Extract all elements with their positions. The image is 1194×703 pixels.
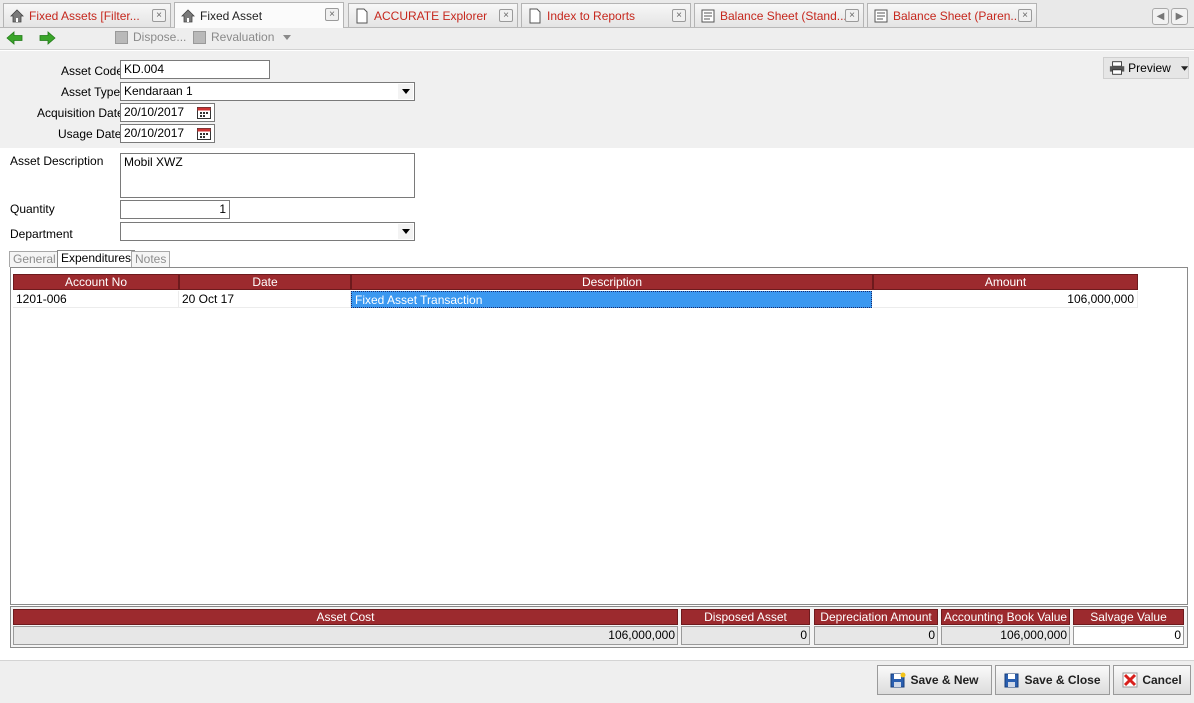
close-icon[interactable]: × bbox=[325, 8, 339, 21]
quantity-input[interactable]: 1 bbox=[120, 200, 230, 219]
tab-label: Balance Sheet (Stand... bbox=[720, 8, 847, 23]
save-new-icon bbox=[890, 672, 906, 688]
cancel-button[interactable]: Cancel bbox=[1113, 665, 1191, 695]
preview-button[interactable]: Preview bbox=[1103, 57, 1189, 79]
toolbar: Dispose... Revaluation bbox=[0, 28, 1194, 50]
dispose-label: Dispose... bbox=[133, 30, 187, 44]
document-icon bbox=[529, 8, 541, 23]
tab-notes[interactable]: Notes bbox=[131, 251, 171, 267]
chevron-down-icon bbox=[283, 34, 292, 40]
column-header-description[interactable]: Description bbox=[351, 274, 873, 290]
close-icon[interactable]: × bbox=[499, 9, 513, 22]
cancel-label: Cancel bbox=[1142, 673, 1182, 687]
asset-code-input[interactable]: KD.004 bbox=[120, 60, 270, 79]
arrow-left-icon[interactable] bbox=[6, 30, 24, 46]
chevron-down-icon[interactable] bbox=[398, 224, 413, 239]
report-icon bbox=[701, 9, 715, 22]
asset-description-label: Asset Description bbox=[10, 154, 104, 168]
asset-type-value: Kendaraan 1 bbox=[124, 84, 193, 98]
department-select[interactable] bbox=[120, 222, 415, 241]
acquisition-date-input[interactable]: 20/10/2017 bbox=[120, 103, 215, 122]
disposed-asset-header: Disposed Asset bbox=[681, 609, 810, 625]
usage-date-label: Usage Date bbox=[58, 127, 122, 141]
chevron-down-icon[interactable] bbox=[1180, 65, 1188, 71]
close-icon[interactable]: × bbox=[1018, 9, 1032, 22]
revaluation-icon bbox=[193, 30, 206, 44]
scroll-tabs-left-button[interactable]: ◀ bbox=[1152, 8, 1169, 25]
tab-fixed-asset[interactable]: Fixed Asset × bbox=[174, 2, 344, 28]
disposed-asset-value: 0 bbox=[681, 626, 810, 645]
tab-accurate-explorer[interactable]: ACCURATE Explorer × bbox=[348, 3, 518, 27]
salvage-value-header: Salvage Value bbox=[1073, 609, 1184, 625]
column-header-date[interactable]: Date bbox=[179, 274, 351, 290]
asset-type-label: Asset Type bbox=[61, 85, 121, 99]
revaluation-label: Revaluation bbox=[211, 30, 275, 44]
accounting-book-value-header: Accounting Book Value bbox=[941, 609, 1070, 625]
depreciation-amount-header: Depreciation Amount bbox=[814, 609, 938, 625]
preview-label: Preview bbox=[1128, 61, 1171, 75]
tab-label: ACCURATE Explorer bbox=[374, 8, 488, 23]
cell-description[interactable]: Fixed Asset Transaction bbox=[351, 291, 872, 308]
asset-type-select[interactable]: Kendaraan 1 bbox=[120, 82, 415, 101]
printer-icon bbox=[1109, 61, 1125, 75]
close-icon[interactable]: × bbox=[672, 9, 686, 22]
usage-date-input[interactable]: 20/10/2017 bbox=[120, 124, 215, 143]
dispose-icon bbox=[115, 30, 128, 44]
acquisition-date-label: Acquisition Date bbox=[37, 106, 124, 120]
save-close-label: Save & Close bbox=[1024, 673, 1101, 687]
cancel-icon bbox=[1122, 672, 1138, 688]
save-close-button[interactable]: Save & Close bbox=[995, 665, 1110, 695]
tab-label: Index to Reports bbox=[547, 8, 636, 23]
tab-expenditures[interactable]: Expenditures bbox=[57, 250, 136, 268]
column-header-account-no[interactable]: Account No bbox=[13, 274, 179, 290]
revaluation-button[interactable]: Revaluation bbox=[193, 30, 292, 44]
acquisition-date-value: 20/10/2017 bbox=[124, 105, 185, 119]
department-label: Department bbox=[10, 227, 73, 241]
tab-label: Fixed Asset bbox=[200, 8, 263, 23]
accounting-book-value-value: 106,000,000 bbox=[941, 626, 1070, 645]
depreciation-amount-value: 0 bbox=[814, 626, 938, 645]
tab-index-to-reports[interactable]: Index to Reports × bbox=[521, 3, 691, 27]
close-icon[interactable]: × bbox=[845, 9, 859, 22]
column-header-amount[interactable]: Amount bbox=[873, 274, 1138, 290]
document-icon bbox=[356, 8, 368, 23]
report-icon bbox=[874, 9, 888, 22]
chevron-down-icon[interactable] bbox=[398, 84, 413, 99]
calendar-icon[interactable] bbox=[195, 105, 213, 120]
tab-label: Fixed Assets [Filter... bbox=[29, 8, 140, 23]
asset-description-textarea[interactable]: Mobil XWZ bbox=[120, 153, 415, 198]
cell-account-no[interactable]: 1201-006 bbox=[13, 291, 179, 308]
tab-balance-sheet-parent[interactable]: Balance Sheet (Paren... × bbox=[867, 3, 1037, 27]
save-new-label: Save & New bbox=[910, 673, 979, 687]
save-icon bbox=[1004, 673, 1019, 688]
dispose-button[interactable]: Dispose... bbox=[115, 30, 186, 44]
cell-date[interactable]: 20 Oct 17 bbox=[179, 291, 351, 308]
save-new-button[interactable]: Save & New bbox=[877, 665, 992, 695]
tab-general[interactable]: General bbox=[9, 251, 60, 267]
asset-cost-value: 106,000,000 bbox=[13, 626, 678, 645]
arrow-right-icon[interactable] bbox=[38, 30, 56, 46]
expenditures-grid[interactable] bbox=[10, 267, 1188, 605]
asset-cost-header: Asset Cost bbox=[13, 609, 678, 625]
quantity-label: Quantity bbox=[10, 202, 55, 216]
tab-strip: Fixed Assets [Filter... × Fixed Asset × … bbox=[0, 0, 1194, 28]
tab-balance-sheet-standard[interactable]: Balance Sheet (Stand... × bbox=[694, 3, 864, 27]
tab-fixed-assets-filter[interactable]: Fixed Assets [Filter... × bbox=[3, 3, 171, 27]
asset-code-label: Asset Code bbox=[61, 64, 124, 78]
cell-amount[interactable]: 106,000,000 bbox=[873, 291, 1138, 308]
calendar-icon[interactable] bbox=[195, 126, 213, 141]
salvage-value-input[interactable]: 0 bbox=[1073, 626, 1184, 645]
home-icon bbox=[181, 8, 195, 22]
close-icon[interactable]: × bbox=[152, 9, 166, 22]
scroll-tabs-right-button[interactable]: ▶ bbox=[1171, 8, 1188, 25]
tab-label: Balance Sheet (Paren... bbox=[893, 8, 1021, 23]
home-icon bbox=[10, 8, 24, 22]
usage-date-value: 20/10/2017 bbox=[124, 126, 185, 140]
